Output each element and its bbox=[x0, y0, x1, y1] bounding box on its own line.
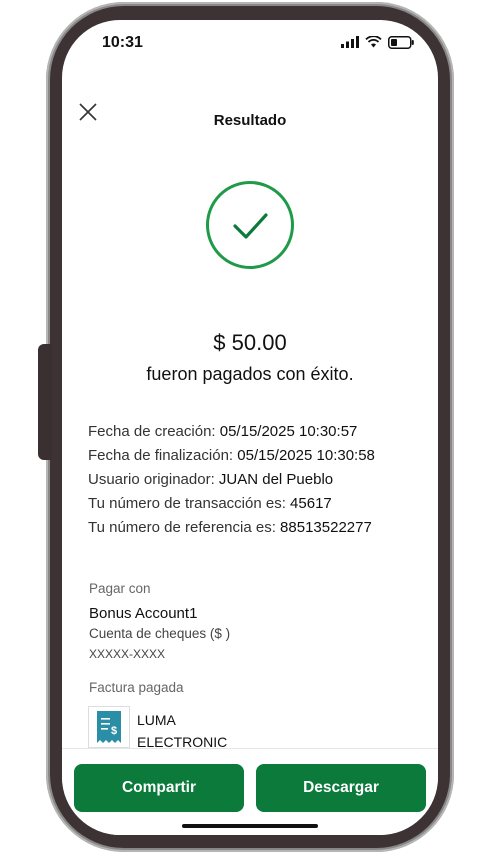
phone-side-button bbox=[38, 344, 52, 460]
bill-company-name: LUMA ELECTRONIC bbox=[137, 712, 228, 750]
share-button[interactable]: Compartir bbox=[74, 764, 244, 812]
phone-screen: 10:31 Resultado $ 50.00 fueron pagados c… bbox=[62, 20, 438, 835]
home-indicator[interactable] bbox=[182, 824, 318, 828]
pay-account-number: XXXXX-XXXX bbox=[89, 647, 166, 661]
success-message: fueron pagados con éxito. bbox=[146, 364, 354, 384]
pay-account-name: Bonus Account1 bbox=[89, 605, 198, 622]
status-icons bbox=[341, 35, 414, 49]
bill-paid-label: Factura pagada bbox=[89, 680, 184, 695]
action-bar: Compartir Descargar bbox=[62, 748, 438, 835]
detail-originator: Usuario originador: JUAN del Pueblo bbox=[88, 471, 334, 488]
svg-text:$: $ bbox=[111, 725, 117, 737]
status-time: 10:31 bbox=[102, 34, 143, 51]
battery-icon bbox=[388, 35, 414, 49]
signal-icon bbox=[341, 36, 359, 48]
transaction-details: Fecha de creación: 05/15/2025 10:30:57 F… bbox=[88, 420, 375, 540]
detail-finished: Fecha de finalización: 05/15/2025 10:30:… bbox=[88, 447, 375, 464]
bill-receipt-icon: $ bbox=[88, 706, 130, 748]
status-bar: 10:31 bbox=[62, 20, 438, 68]
download-button[interactable]: Descargar bbox=[256, 764, 426, 812]
pay-account-type: Cuenta de cheques ($ ) bbox=[89, 626, 231, 641]
success-check-icon bbox=[206, 181, 294, 269]
page-title: Resultado bbox=[213, 112, 287, 129]
wifi-icon bbox=[365, 36, 382, 48]
pay-with-label: Pagar con bbox=[89, 581, 151, 596]
detail-reference-number: Tu número de referencia es: 88513522277 bbox=[88, 519, 372, 536]
detail-created: Fecha de creación: 05/15/2025 10:30:57 bbox=[88, 423, 358, 440]
paid-amount: $ 50.00 bbox=[213, 330, 287, 355]
detail-transaction-number: Tu número de transacción es: 45617 bbox=[88, 495, 332, 512]
